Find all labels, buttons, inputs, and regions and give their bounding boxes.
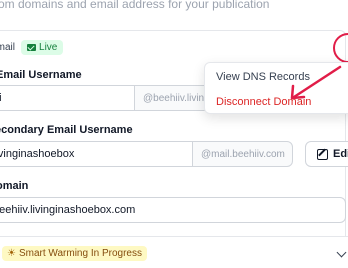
section-divider	[0, 236, 348, 237]
pencil-icon	[317, 148, 328, 160]
edit-button-label: Edi	[333, 148, 348, 160]
live-status-badge: Live	[21, 40, 64, 55]
edit-button[interactable]: Edi	[305, 141, 348, 167]
email-status-label: Email	[0, 42, 16, 53]
email-username-label: Email Username	[0, 69, 82, 81]
status-row: Email Live	[0, 40, 64, 55]
email-username-input[interactable]: hi	[0, 85, 134, 111]
smart-warming-label: Smart Warming In Progress	[18, 248, 142, 259]
smart-warming-badge: ☀ Smart Warming In Progress	[2, 246, 147, 261]
domain-settings-page: om domains and email address for your pu…	[0, 0, 348, 268]
domain-label: omain	[0, 180, 29, 192]
chevron-down-icon[interactable]	[336, 247, 347, 258]
domain-input[interactable]: beehiiv.livinginashoebox.com	[0, 197, 346, 223]
email-username-suffix: @beehiiv.livin	[134, 85, 214, 111]
sun-icon: ☀	[7, 248, 16, 259]
live-label: Live	[39, 42, 58, 53]
page-subtitle: om domains and email address for your pu…	[0, 0, 270, 11]
secondary-email-suffix: @mail.beehiiv.com	[192, 141, 293, 167]
secondary-email-label: econdary Email Username	[0, 124, 133, 136]
annotation-arrow-icon	[290, 65, 342, 100]
mail-check-icon	[27, 44, 37, 51]
secondary-email-input[interactable]: livinginashoebox	[0, 141, 192, 167]
